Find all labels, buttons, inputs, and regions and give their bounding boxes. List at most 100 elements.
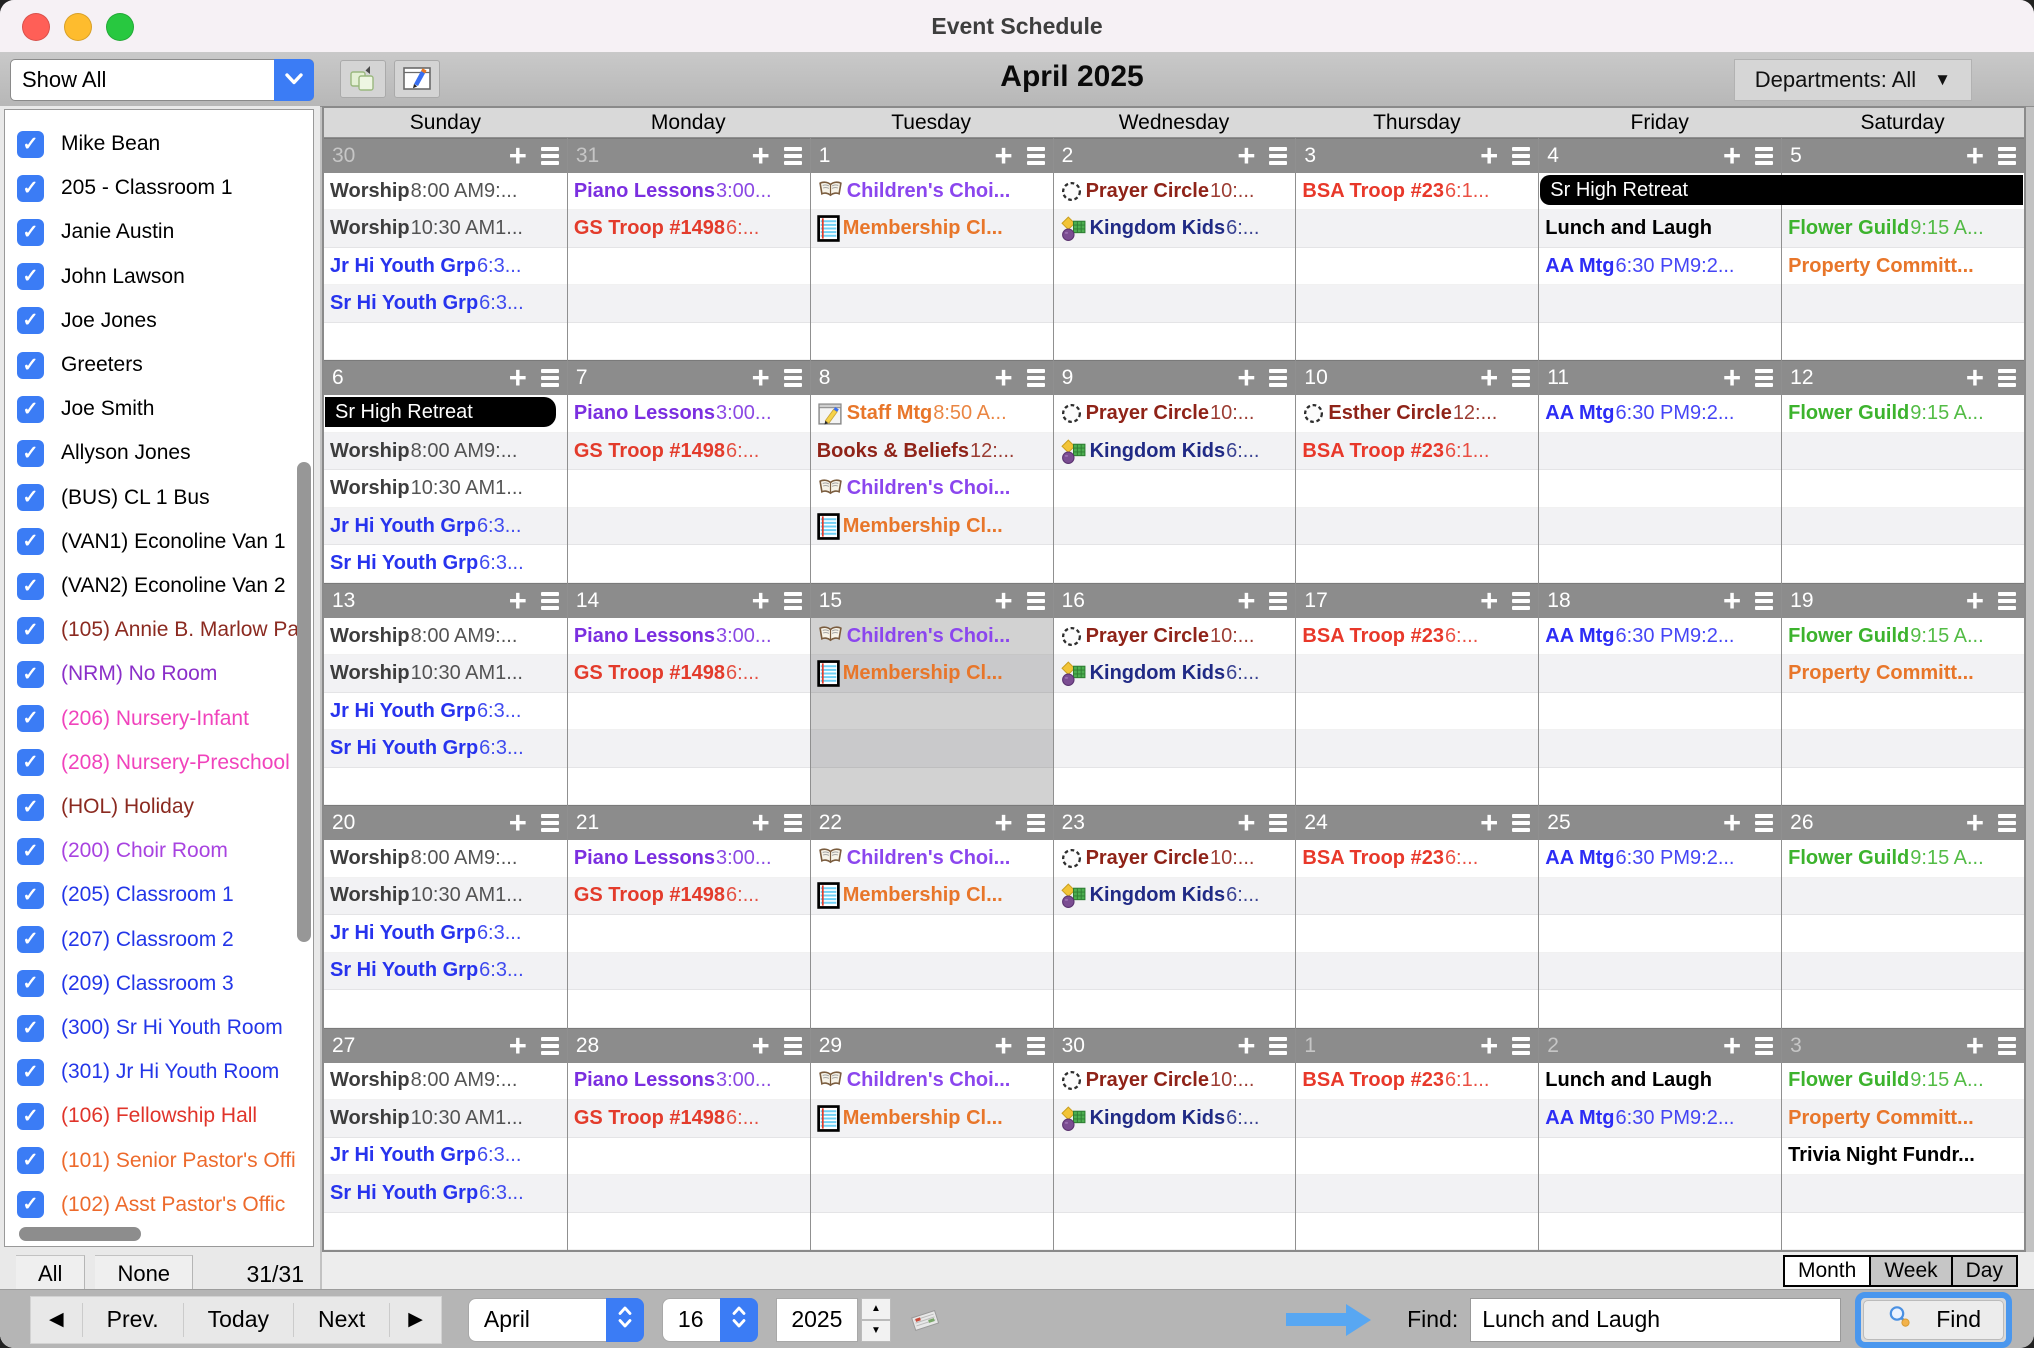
sidebar-item[interactable]: ✓(102) Asst Pastor's Offic xyxy=(17,1187,297,1223)
event[interactable]: Trivia Night Fundr... xyxy=(1788,1144,1975,1167)
sidebar-item[interactable]: ✓(209) Classroom 3 xyxy=(17,966,297,1002)
sidebar-item[interactable]: ✓John Lawson xyxy=(17,259,297,295)
day-menu-button[interactable] xyxy=(784,814,802,832)
event[interactable]: Esther Circle12:... xyxy=(1302,402,1497,425)
day-menu-button[interactable] xyxy=(541,592,559,610)
event[interactable]: GS Troop #14986:... xyxy=(574,662,760,685)
event[interactable]: GS Troop #14986:... xyxy=(574,884,760,907)
event[interactable]: Piano Lessons3:00... xyxy=(574,625,772,648)
sidebar-item[interactable]: ✓(206) Nursery-Infant xyxy=(17,701,297,737)
day-menu-button[interactable] xyxy=(1755,592,1773,610)
event[interactable]: Sr Hi Youth Grp6:3... xyxy=(330,1182,524,1205)
day-menu-button[interactable] xyxy=(1998,369,2016,387)
event[interactable]: Prayer Circle10:... xyxy=(1060,625,1255,648)
event[interactable]: Flower Guild9:15 A... xyxy=(1788,402,1984,425)
day-menu-button[interactable] xyxy=(541,1037,559,1055)
day-cell[interactable]: 24+BSA Troop #236:... xyxy=(1295,805,1538,1027)
event[interactable]: Lunch and Laugh xyxy=(1545,217,1712,240)
departments-dropdown[interactable]: Departments: All ▼ xyxy=(1734,59,1972,101)
close-window-button[interactable] xyxy=(22,13,50,41)
event[interactable]: Property Committ... xyxy=(1788,1107,1974,1130)
sidebar-item[interactable]: ✓(200) Choir Room xyxy=(17,833,297,869)
checkbox-checked[interactable]: ✓ xyxy=(17,882,44,909)
event[interactable]: Property Committ... xyxy=(1788,255,1974,278)
select-all-button[interactable]: All xyxy=(16,1255,85,1293)
day-cell[interactable]: 4+Sr High RetreatLunch and LaughAA Mtg6:… xyxy=(1538,138,1781,360)
day-menu-button[interactable] xyxy=(1998,592,2016,610)
day-cell[interactable]: 28+Piano Lessons3:00...GS Troop #14986:.… xyxy=(567,1028,810,1250)
add-event-button[interactable]: + xyxy=(752,1033,770,1059)
day-cell[interactable]: 8+Staff Mtg8:50 A...Books & Beliefs12:..… xyxy=(810,360,1053,582)
day-cell[interactable]: 30+Worship8:00 AM9:...Worship10:30 AM1..… xyxy=(324,138,567,360)
day-cell[interactable]: 19+Flower Guild9:15 A...Property Committ… xyxy=(1781,583,2024,805)
day-cell[interactable]: 9+Prayer Circle10:...Kingdom Kids6:... xyxy=(1053,360,1296,582)
checkbox-checked[interactable]: ✓ xyxy=(17,440,44,467)
event[interactable]: Flower Guild9:15 A... xyxy=(1788,1069,1984,1092)
checkbox-checked[interactable]: ✓ xyxy=(17,573,44,600)
event[interactable]: GS Troop #14986:... xyxy=(574,1107,760,1130)
add-event-button[interactable]: + xyxy=(1480,1033,1498,1059)
event[interactable]: Kingdom Kids6:... xyxy=(1060,1105,1260,1132)
date-stamp-icon[interactable] xyxy=(907,1307,943,1333)
checkbox-checked[interactable]: ✓ xyxy=(17,1191,44,1218)
checkbox-checked[interactable]: ✓ xyxy=(17,352,44,379)
add-event-button[interactable]: + xyxy=(1966,1033,1984,1059)
day-cell[interactable]: 2+Lunch and LaughAA Mtg6:30 PM9:2... xyxy=(1538,1028,1781,1250)
day-menu-button[interactable] xyxy=(1998,147,2016,165)
checkbox-checked[interactable]: ✓ xyxy=(17,396,44,423)
day-cell[interactable]: 21+Piano Lessons3:00...GS Troop #14986:.… xyxy=(567,805,810,1027)
checkbox-checked[interactable]: ✓ xyxy=(17,528,44,555)
event[interactable]: Property Committ... xyxy=(1788,662,1974,685)
year-up-button[interactable]: ▲ xyxy=(861,1298,891,1320)
day-menu-button[interactable] xyxy=(1755,369,1773,387)
sidebar-item[interactable]: ✓(101) Senior Pastor's Offi xyxy=(17,1143,297,1179)
far-next-button[interactable]: ▶ xyxy=(389,1303,441,1337)
checkbox-checked[interactable]: ✓ xyxy=(17,838,44,865)
event[interactable]: Jr Hi Youth Grp6:3... xyxy=(330,700,521,723)
multiday-event-banner[interactable]: Sr High Retreat xyxy=(1540,175,2023,205)
event[interactable]: Worship8:00 AM9:... xyxy=(330,440,517,463)
event[interactable]: AA Mtg6:30 PM9:2... xyxy=(1545,625,1734,648)
day-cell[interactable]: 16+Prayer Circle10:...Kingdom Kids6:... xyxy=(1053,583,1296,805)
day-cell[interactable]: 3+BSA Troop #236:1... xyxy=(1295,138,1538,360)
sidebar-item[interactable]: ✓(207) Classroom 2 xyxy=(17,922,297,958)
event[interactable]: Sr Hi Youth Grp6:3... xyxy=(330,292,524,315)
add-event-button[interactable]: + xyxy=(509,143,527,169)
day-cell[interactable]: 2+Prayer Circle10:...Kingdom Kids6:... xyxy=(1053,138,1296,360)
minimize-window-button[interactable] xyxy=(64,13,92,41)
day-menu-button[interactable] xyxy=(1512,592,1530,610)
event[interactable]: Jr Hi Youth Grp6:3... xyxy=(330,255,521,278)
day-menu-button[interactable] xyxy=(1269,147,1287,165)
checkbox-checked[interactable]: ✓ xyxy=(17,175,44,202)
event[interactable]: Lunch and Laugh xyxy=(1545,1069,1712,1092)
event[interactable]: Worship10:30 AM1... xyxy=(330,217,523,240)
event[interactable]: Children's Choi... xyxy=(817,180,1011,203)
horizontal-scrollbar-thumb[interactable] xyxy=(19,1227,141,1241)
event[interactable]: Staff Mtg8:50 A... xyxy=(817,401,1007,426)
month-stepper[interactable] xyxy=(606,1298,644,1342)
add-event-button[interactable]: + xyxy=(1237,1033,1255,1059)
checkbox-checked[interactable]: ✓ xyxy=(17,705,44,732)
event[interactable]: Membership Cl... xyxy=(817,1105,1003,1132)
day-menu-button[interactable] xyxy=(1269,592,1287,610)
vertical-scrollbar-thumb[interactable] xyxy=(297,462,311,942)
event[interactable]: Piano Lessons3:00... xyxy=(574,1069,772,1092)
event[interactable]: Books & Beliefs12:... xyxy=(817,440,1015,463)
day-cell[interactable]: 20+Worship8:00 AM9:...Worship10:30 AM1..… xyxy=(324,805,567,1027)
day-menu-button[interactable] xyxy=(1027,1037,1045,1055)
checkbox-checked[interactable]: ✓ xyxy=(17,617,44,644)
select-none-button[interactable]: None xyxy=(95,1255,193,1293)
event[interactable]: Worship10:30 AM1... xyxy=(330,477,523,500)
day-cell[interactable]: 13+Worship8:00 AM9:...Worship10:30 AM1..… xyxy=(324,583,567,805)
sidebar-item[interactable]: ✓(106) Fellowship Hall xyxy=(17,1098,297,1134)
event[interactable]: GS Troop #14986:... xyxy=(574,217,760,240)
add-event-button[interactable]: + xyxy=(1237,810,1255,836)
day-cell[interactable]: 3+Flower Guild9:15 A...Property Committ.… xyxy=(1781,1028,2024,1250)
add-event-button[interactable]: + xyxy=(994,365,1012,391)
checkbox-checked[interactable]: ✓ xyxy=(17,661,44,688)
event[interactable]: Prayer Circle10:... xyxy=(1060,1069,1255,1092)
day-cell[interactable]: 26+Flower Guild9:15 A... xyxy=(1781,805,2024,1027)
event[interactable]: Piano Lessons3:00... xyxy=(574,847,772,870)
checkbox-checked[interactable]: ✓ xyxy=(17,219,44,246)
find-button[interactable]: Find xyxy=(1863,1300,2004,1340)
